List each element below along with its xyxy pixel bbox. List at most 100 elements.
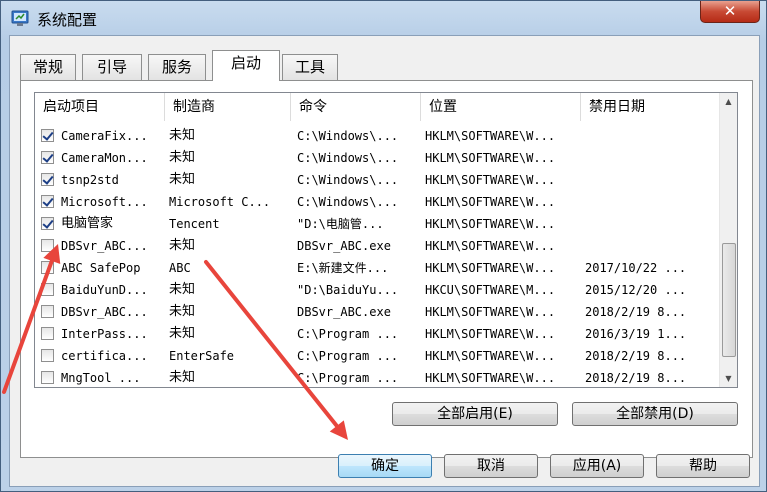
startup-checkbox[interactable] bbox=[41, 261, 54, 274]
cell-command: C:\Windows\... bbox=[297, 195, 399, 209]
startup-checkbox[interactable] bbox=[41, 349, 54, 362]
cell-command: DBSvr_ABC.exe bbox=[297, 239, 391, 253]
cell-date-disabled bbox=[585, 213, 721, 235]
disable-all-button[interactable]: 全部禁用(D) bbox=[572, 402, 738, 426]
table-row[interactable]: tsnp2std 未知 C:\Windows\... HKLM\SOFTWARE\W.… bbox=[35, 169, 723, 191]
cell-date-disabled: 2016/3/19 1... bbox=[585, 327, 687, 341]
cell-manufacturer: 未知 bbox=[169, 370, 196, 385]
cell-manufacturer: Tencent bbox=[169, 217, 220, 231]
startup-checkbox[interactable] bbox=[41, 217, 54, 230]
startup-checkbox[interactable] bbox=[41, 151, 54, 164]
enable-all-button[interactable]: 全部启用(E) bbox=[392, 402, 558, 426]
column-header-startup-item[interactable]: 启动项目 bbox=[35, 93, 165, 121]
system-config-icon bbox=[11, 10, 29, 26]
cell-startup-item: MngTool ... bbox=[61, 371, 141, 385]
cell-location: HKLM\SOFTWARE\W... bbox=[425, 261, 556, 275]
cell-manufacturer: 未知 bbox=[169, 304, 196, 319]
table-row[interactable]: 电脑管家 Tencent "D:\电脑管... HKLM\SOFTWARE\W... bbox=[35, 213, 723, 235]
system-config-window: 系统配置 ✕ 常规 引导 服务 启动 工具 启动项目 制造商 命令 位置 禁用日… bbox=[0, 0, 767, 492]
cell-date-disabled bbox=[585, 235, 721, 257]
cell-location: HKCU\SOFTWARE\M... bbox=[425, 283, 556, 297]
title-bar[interactable]: 系统配置 ✕ bbox=[1, 1, 766, 35]
scroll-up-icon[interactable]: ▲ bbox=[720, 93, 737, 110]
table-row[interactable]: InterPass... 未知 C:\Program ... HKLM\SOFTWAR… bbox=[35, 323, 723, 345]
help-button[interactable]: 帮助 bbox=[656, 454, 750, 478]
table-row[interactable]: MngTool ... 未知 C:\Program ... HKLM\SOFTWARE… bbox=[35, 367, 723, 387]
cell-date-disabled: 2018/2/19 8... bbox=[585, 305, 687, 319]
cell-startup-item: CameraFix... bbox=[61, 129, 148, 143]
cell-command: C:\Windows\... bbox=[297, 129, 399, 143]
startup-checkbox[interactable] bbox=[41, 239, 54, 252]
cell-date-disabled bbox=[585, 125, 721, 147]
cell-location: HKLM\SOFTWARE\W... bbox=[425, 371, 556, 385]
cell-command: C:\Program ... bbox=[297, 371, 399, 385]
cell-location: HKLM\SOFTWARE\W... bbox=[425, 327, 556, 341]
startup-checkbox[interactable] bbox=[41, 283, 54, 296]
cell-location: HKLM\SOFTWARE\W... bbox=[425, 129, 556, 143]
cell-date-disabled bbox=[585, 169, 721, 191]
ok-button[interactable]: 确定 bbox=[338, 454, 432, 478]
table-row[interactable]: Microsoft... Microsoft C... C:\Windows\...… bbox=[35, 191, 723, 213]
cell-date-disabled bbox=[585, 191, 721, 213]
startup-checkbox[interactable] bbox=[41, 305, 54, 318]
startup-checkbox[interactable] bbox=[41, 327, 54, 340]
tab-boot[interactable]: 引导 bbox=[82, 54, 142, 80]
scroll-down-icon[interactable]: ▼ bbox=[720, 370, 737, 387]
tab-general[interactable]: 常规 bbox=[20, 54, 76, 80]
table-row[interactable]: ABC SafePop ABC E:\新建文件... HKLM\SOFTWARE\W.… bbox=[35, 257, 723, 279]
cell-command: E:\新建文件... bbox=[297, 261, 389, 275]
cell-command: "D:\BaiduYu... bbox=[297, 283, 399, 297]
cell-command: C:\Program ... bbox=[297, 349, 399, 363]
vertical-scrollbar[interactable]: ▲ ▼ bbox=[719, 93, 737, 387]
cell-manufacturer: 未知 bbox=[169, 150, 196, 165]
cell-command: C:\Windows\... bbox=[297, 173, 399, 187]
cell-startup-item: InterPass... bbox=[61, 327, 148, 341]
window-title: 系统配置 bbox=[37, 11, 98, 29]
cell-location: HKLM\SOFTWARE\W... bbox=[425, 151, 556, 165]
cell-location: HKLM\SOFTWARE\W... bbox=[425, 195, 556, 209]
column-header-location[interactable]: 位置 bbox=[421, 93, 581, 121]
column-header-manufacturer[interactable]: 制造商 bbox=[165, 93, 291, 121]
startup-checkbox[interactable] bbox=[41, 173, 54, 186]
tab-services[interactable]: 服务 bbox=[148, 54, 206, 80]
scrollbar-thumb[interactable] bbox=[722, 243, 736, 357]
cell-location: HKLM\SOFTWARE\W... bbox=[425, 349, 556, 363]
tab-startup[interactable]: 启动 bbox=[212, 50, 280, 81]
cell-startup-item: BaiduYunD... bbox=[61, 283, 148, 297]
cell-date-disabled: 2015/12/20 ... bbox=[585, 283, 687, 297]
list-header: 启动项目 制造商 命令 位置 禁用日期 bbox=[35, 93, 723, 121]
cell-manufacturer: 未知 bbox=[169, 282, 196, 297]
startup-checkbox[interactable] bbox=[41, 371, 54, 384]
cell-command: "D:\电脑管... bbox=[297, 217, 384, 231]
startup-items-list[interactable]: 启动项目 制造商 命令 位置 禁用日期 CameraFix... 未知 C:\Win… bbox=[34, 92, 738, 388]
cell-manufacturer: Microsoft C... bbox=[169, 195, 271, 209]
cell-date-disabled bbox=[585, 147, 721, 169]
cell-manufacturer: 未知 bbox=[169, 128, 196, 143]
close-button[interactable]: ✕ bbox=[700, 1, 760, 23]
cell-command: DBSvr_ABC.exe bbox=[297, 305, 391, 319]
cell-startup-item: ABC SafePop bbox=[61, 261, 141, 275]
table-row[interactable]: CameraMon... 未知 C:\Windows\... HKLM\SOFTWAR… bbox=[35, 147, 723, 169]
startup-checkbox[interactable] bbox=[41, 195, 54, 208]
cell-location: HKLM\SOFTWARE\W... bbox=[425, 305, 556, 319]
cell-manufacturer: 未知 bbox=[169, 172, 196, 187]
cell-location: HKLM\SOFTWARE\W... bbox=[425, 217, 556, 231]
column-header-command[interactable]: 命令 bbox=[291, 93, 421, 121]
apply-button[interactable]: 应用(A) bbox=[550, 454, 644, 478]
table-row[interactable]: BaiduYunD... 未知 "D:\BaiduYu... HKCU\SOFTWAR… bbox=[35, 279, 723, 301]
column-header-date-disabled[interactable]: 禁用日期 bbox=[581, 93, 723, 121]
table-row[interactable]: DBSvr_ABC... 未知 DBSvr_ABC.exe HKLM\SOFTWARE… bbox=[35, 235, 723, 257]
cell-command: C:\Windows\... bbox=[297, 151, 399, 165]
table-row[interactable]: CameraFix... 未知 C:\Windows\... HKLM\SOFTWAR… bbox=[35, 125, 723, 147]
startup-checkbox[interactable] bbox=[41, 129, 54, 142]
tab-tools[interactable]: 工具 bbox=[282, 54, 338, 80]
cell-startup-item: certifica... bbox=[61, 349, 148, 363]
cell-date-disabled: 2018/2/19 8... bbox=[585, 349, 687, 363]
table-row[interactable]: certifica... EnterSafe C:\Program ... HKLM\… bbox=[35, 345, 723, 367]
cell-startup-item: Microsoft... bbox=[61, 195, 148, 209]
cell-command: C:\Program ... bbox=[297, 327, 399, 341]
cell-manufacturer: 未知 bbox=[169, 326, 196, 341]
table-row[interactable]: DBSvr_ABC... 未知 DBSvr_ABC.exe HKLM\SOFTWARE… bbox=[35, 301, 723, 323]
cancel-button[interactable]: 取消 bbox=[444, 454, 538, 478]
cell-manufacturer: 未知 bbox=[169, 238, 196, 253]
